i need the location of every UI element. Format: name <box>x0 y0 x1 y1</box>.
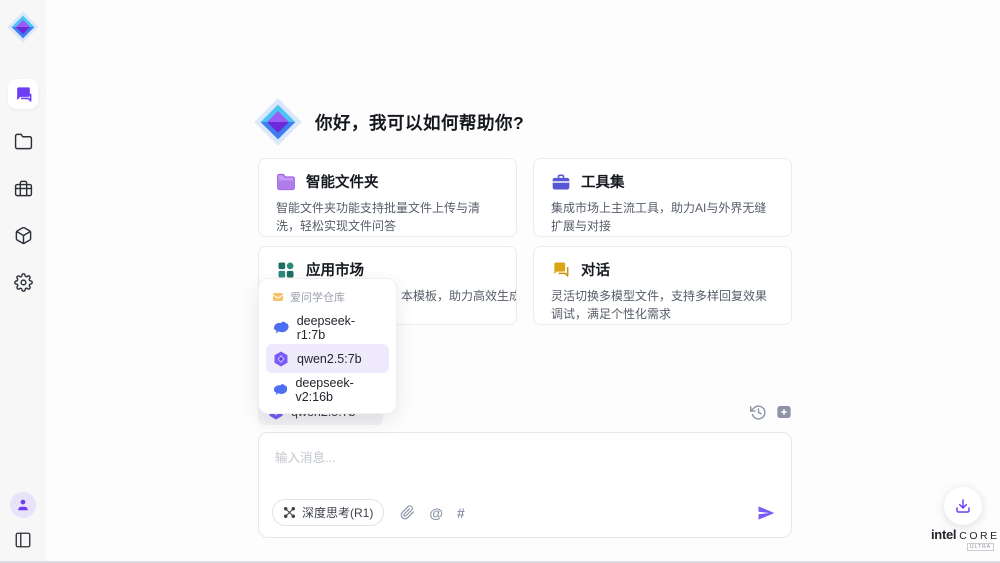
card-description: 灵活切换多模型文件，支持多样回复效果调试，满足个性化需求 <box>551 287 774 323</box>
paperclip-icon[interactable] <box>400 505 415 520</box>
download-fab[interactable] <box>944 487 982 525</box>
deepseek-icon <box>273 382 287 398</box>
composer-toolbar: 深度思考(R1) @ # <box>272 499 776 526</box>
dropdown-option-label: qwen2.5:7b <box>297 352 362 366</box>
card-toolset[interactable]: 工具集 集成市场上主流工具，助力AI与外界无缝扩展与对接 <box>533 158 792 237</box>
send-button[interactable] <box>756 503 776 523</box>
gear-icon <box>14 273 33 292</box>
history-button[interactable] <box>750 404 767 421</box>
sidebar-item-settings[interactable] <box>8 267 38 297</box>
new-chat-button[interactable] <box>776 404 792 420</box>
qwen-icon <box>273 351 289 367</box>
warehouse-badge-icon <box>272 291 284 303</box>
briefcase-icon <box>14 179 33 198</box>
model-dropdown: 爱问学仓库 deepseek-r1:7b qwen2.5:7b deepseek… <box>258 278 397 414</box>
user-icon <box>16 498 30 512</box>
card-title: 应用市场 <box>306 259 364 280</box>
atom-icon <box>283 506 296 519</box>
panel-layout-icon <box>14 531 32 549</box>
cube-icon <box>14 226 33 245</box>
card-description: 集成市场上主流工具，助力AI与外界无缝扩展与对接 <box>551 199 774 235</box>
download-icon <box>955 498 971 514</box>
diamond-logo-icon <box>252 96 304 148</box>
deep-think-label: 深度思考(R1) <box>302 504 373 521</box>
greeting-header: 你好，我可以如何帮助你? <box>252 96 524 148</box>
message-input[interactable]: 输入消息... <box>275 447 335 466</box>
mention-icon[interactable]: @ <box>429 505 443 521</box>
page-title: 你好，我可以如何帮助你? <box>315 110 524 135</box>
sidebar-nav <box>8 79 38 297</box>
history-icon <box>750 404 767 421</box>
model-group-row: 爱问学仓库 <box>266 286 389 311</box>
dropdown-option-label: deepseek-r1:7b <box>297 314 382 342</box>
card-description: 智能文件夹功能支持批量文件上传与清洗，轻松实现文件问答 <box>276 199 499 235</box>
intel-core-badge: intel CORE ULTRA <box>931 527 993 551</box>
card-title: 工具集 <box>581 171 625 192</box>
dropdown-option-label: deepseek-v2:16b <box>295 376 382 404</box>
send-icon <box>756 503 776 523</box>
composer-tools: @ # <box>400 505 464 521</box>
teal-apps-grid-icon <box>276 260 296 280</box>
model-group-label: 爱问学仓库 <box>290 289 345 305</box>
card-smart-folder[interactable]: 智能文件夹 智能文件夹功能支持批量文件上传与清洗，轻松实现文件问答 <box>258 158 517 237</box>
indigo-briefcase-icon <box>551 172 571 192</box>
dropdown-option-qwen[interactable]: qwen2.5:7b <box>266 344 389 373</box>
sidebar-item-chat[interactable] <box>8 79 38 109</box>
intel-product-text: CORE <box>959 530 999 542</box>
user-avatar[interactable] <box>10 492 36 518</box>
chat-icon <box>14 85 33 104</box>
sidebar <box>0 0 46 561</box>
diamond-logo-icon <box>6 10 40 44</box>
sidebar-item-folders[interactable] <box>8 126 38 156</box>
card-title: 对话 <box>581 259 610 280</box>
model-actions <box>750 404 792 421</box>
dropdown-option-deepseek-v2[interactable]: deepseek-v2:16b <box>266 375 389 404</box>
deepseek-icon <box>273 320 289 336</box>
card-dialogue[interactable]: 对话 灵活切换多模型文件，支持多样回复效果调试，满足个性化需求 <box>533 246 792 325</box>
sidebar-item-toolbox[interactable] <box>8 173 38 203</box>
card-title: 智能文件夹 <box>306 171 379 192</box>
hash-icon[interactable]: # <box>457 505 465 521</box>
dropdown-option-deepseek-r1[interactable]: deepseek-r1:7b <box>266 313 389 342</box>
intel-brand-text: intel <box>931 527 956 542</box>
intel-tier-text: ULTRA <box>967 543 994 551</box>
message-composer[interactable]: 输入消息... 深度思考(R1) @ # <box>258 432 792 538</box>
folder-icon <box>14 132 33 151</box>
collapse-sidebar-button[interactable] <box>14 531 32 549</box>
sidebar-item-models[interactable] <box>8 220 38 250</box>
gold-chat-icon <box>551 260 571 280</box>
app-logo[interactable] <box>5 9 41 45</box>
sidebar-bottom <box>10 492 36 549</box>
purple-folder-icon <box>276 172 296 192</box>
new-chat-plus-icon <box>776 404 792 420</box>
deep-think-toggle[interactable]: 深度思考(R1) <box>272 499 384 526</box>
